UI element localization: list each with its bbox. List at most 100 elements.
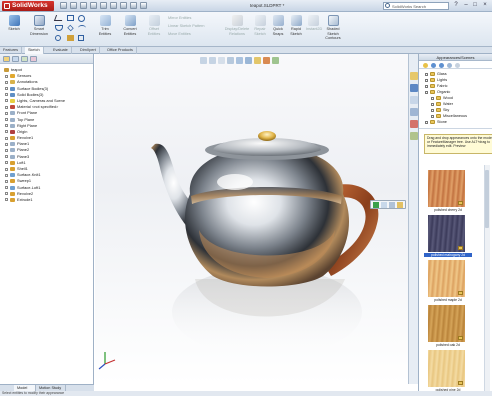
expand-toggle-icon[interactable] xyxy=(5,173,8,177)
pin-icon[interactable] xyxy=(455,62,460,68)
search-input[interactable]: SolidWorks Search xyxy=(383,2,449,10)
scrollbar-thumb[interactable] xyxy=(485,170,489,228)
expand-toggle-icon[interactable] xyxy=(5,99,8,103)
expand-toggle-icon[interactable] xyxy=(5,87,8,91)
options-icon[interactable] xyxy=(130,2,137,9)
expand-toggle-icon[interactable] xyxy=(5,142,8,146)
spline-icon[interactable] xyxy=(78,25,86,31)
tree-item[interactable]: Extrude1 xyxy=(4,197,93,203)
tab-features[interactable]: Features xyxy=(0,47,22,54)
expand-toggle-icon[interactable] xyxy=(5,192,8,196)
expand-toggle-icon[interactable] xyxy=(5,136,8,140)
home-icon[interactable] xyxy=(423,62,428,68)
open-file-icon[interactable] xyxy=(70,2,77,9)
tab-evaluate[interactable]: Evaluate xyxy=(50,47,72,54)
solidworks-logo[interactable]: SolidWorks xyxy=(2,1,54,11)
linear-sketch-pattern-button[interactable]: Linear Sketch Pattern xyxy=(168,24,205,28)
polygon-icon[interactable] xyxy=(67,24,74,32)
expand-toggle-icon[interactable] xyxy=(5,118,8,121)
expand-toggle-icon[interactable] xyxy=(5,148,8,152)
expand-toggle-icon[interactable] xyxy=(425,72,428,76)
expand-toggle-icon[interactable] xyxy=(5,167,8,171)
expand-toggle-icon[interactable] xyxy=(5,105,8,109)
appearance-folder[interactable]: Stone xyxy=(425,119,492,125)
tab-sketch[interactable]: Sketch xyxy=(25,47,44,54)
customize-icon[interactable] xyxy=(140,2,147,9)
graphics-area[interactable] xyxy=(95,54,416,384)
repair-sketch-button[interactable]: Repair Sketch xyxy=(252,15,268,36)
expand-toggle-icon[interactable] xyxy=(431,108,434,112)
expand-toggle-icon[interactable] xyxy=(5,186,8,190)
offset-entities-button[interactable]: Offset Entities xyxy=(144,15,164,36)
feature-manager-tab-icon[interactable] xyxy=(3,56,10,62)
print-icon[interactable] xyxy=(90,2,97,9)
appearance-icon[interactable] xyxy=(381,202,387,208)
expand-toggle-icon[interactable] xyxy=(431,96,434,100)
forward-icon[interactable] xyxy=(439,62,444,68)
rectangle-icon[interactable] xyxy=(67,15,74,21)
plane-icon[interactable] xyxy=(78,35,84,41)
expand-toggle-icon[interactable] xyxy=(5,179,8,183)
expand-toggle-icon[interactable] xyxy=(431,114,434,118)
configuration-manager-tab-icon[interactable] xyxy=(21,56,28,62)
quick-snaps-button[interactable]: Quick Snaps xyxy=(270,15,286,36)
trim-entities-button[interactable]: Trim Entities xyxy=(95,15,115,36)
display-delete-relations-button[interactable]: Display/Delete Relations xyxy=(224,15,250,36)
convert-entities-button[interactable]: Convert Entities xyxy=(118,15,142,36)
expand-toggle-icon[interactable] xyxy=(425,120,428,124)
shaded-sketch-contours-button[interactable]: Shaded Sketch Contours xyxy=(322,15,344,41)
display-manager-tab-icon[interactable] xyxy=(30,56,37,62)
minimize-icon[interactable]: – xyxy=(462,2,470,9)
view-palette-icon[interactable] xyxy=(410,120,418,128)
edit-feature-icon[interactable] xyxy=(389,202,395,208)
sketch-button[interactable]: Sketch xyxy=(4,15,24,32)
expand-toggle-icon[interactable] xyxy=(5,111,8,115)
smart-dimension-button[interactable]: Smart Dimension xyxy=(27,15,51,36)
design-library-icon[interactable] xyxy=(410,84,418,92)
arc-icon[interactable] xyxy=(55,25,63,31)
expand-toggle-icon[interactable] xyxy=(5,130,8,134)
expand-toggle-icon[interactable] xyxy=(5,198,8,202)
rapid-sketch-icon xyxy=(290,15,302,26)
feature-icon xyxy=(10,191,15,196)
property-manager-tab-icon[interactable] xyxy=(12,56,19,62)
mirror-entities-button[interactable]: Mirror Entities xyxy=(168,16,191,20)
tab-office-products[interactable]: Office Products xyxy=(104,47,137,54)
text-icon[interactable] xyxy=(67,35,74,41)
expand-toggle-icon[interactable] xyxy=(425,78,428,82)
rebuild-icon[interactable] xyxy=(120,2,127,9)
new-file-icon[interactable] xyxy=(60,2,67,9)
line-icon[interactable] xyxy=(53,15,65,21)
help-button[interactable]: ? xyxy=(452,2,460,9)
file-explorer-icon[interactable] xyxy=(410,96,418,104)
resources-icon[interactable] xyxy=(410,72,418,80)
point-icon[interactable] xyxy=(55,35,61,41)
restore-icon[interactable]: □ xyxy=(471,2,479,9)
expand-toggle-icon[interactable] xyxy=(5,93,8,97)
expand-toggle-icon[interactable] xyxy=(5,161,8,165)
circle-icon[interactable] xyxy=(78,15,85,22)
expand-toggle-icon[interactable] xyxy=(5,80,8,84)
select-icon[interactable] xyxy=(110,2,117,9)
instant2d-button[interactable]: Instant2D xyxy=(306,15,322,32)
refresh-icon[interactable] xyxy=(447,62,452,68)
rapid-sketch-button[interactable]: Rapid Sketch xyxy=(288,15,304,36)
folder-icon xyxy=(436,96,441,100)
edit-sketch-icon[interactable] xyxy=(397,202,403,208)
back-icon[interactable] xyxy=(431,62,436,68)
undo-icon[interactable] xyxy=(100,2,107,9)
search-results-icon[interactable] xyxy=(410,108,418,116)
save-icon[interactable] xyxy=(80,2,87,9)
appearances-icon[interactable] xyxy=(410,132,418,140)
expand-toggle-icon[interactable] xyxy=(425,90,428,94)
expand-toggle-icon[interactable] xyxy=(431,102,434,106)
expand-toggle-icon[interactable] xyxy=(5,74,8,78)
expand-toggle-icon[interactable] xyxy=(5,155,8,159)
expand-toggle-icon[interactable] xyxy=(425,84,428,88)
move-entities-button[interactable]: Move Entities xyxy=(168,32,191,36)
expand-toggle-icon[interactable] xyxy=(5,124,8,128)
confirm-icon[interactable] xyxy=(373,202,379,208)
close-icon[interactable]: × xyxy=(481,2,489,9)
tab-dimxpert[interactable]: DimXpert xyxy=(77,47,100,54)
tree-item-label: Extrude1 xyxy=(17,196,33,202)
